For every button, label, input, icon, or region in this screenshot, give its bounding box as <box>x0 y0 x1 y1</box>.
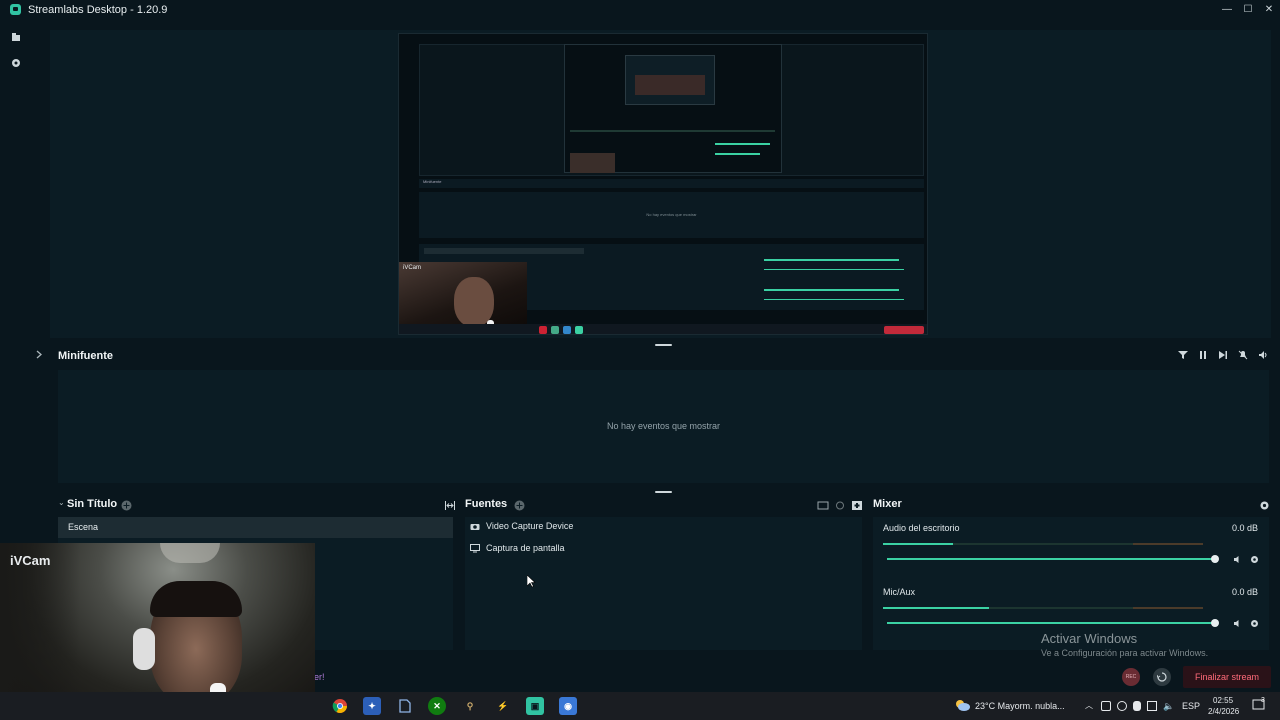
empty-events-message: No hay eventos que mostrar <box>606 421 721 431</box>
chrome-icon[interactable] <box>331 697 349 715</box>
preview-screen-capture: Minifuente No hay eventos que mostrar iV… <box>398 33 928 335</box>
mouse-cursor-icon <box>527 575 536 588</box>
scenes-header: ⌄ Sin Título <box>58 495 458 511</box>
add-scene-icon[interactable] <box>121 498 132 511</box>
notification-icon[interactable]: 3 <box>1252 697 1266 712</box>
minimize-button[interactable]: — <box>1217 0 1237 19</box>
volume-icon[interactable] <box>1257 348 1269 362</box>
streamlabs-taskbar-icon[interactable]: ▣ <box>526 697 544 715</box>
activate-windows-title: Activar Windows <box>1041 631 1138 646</box>
app-icon[interactable]: ⚡ <box>494 697 512 715</box>
volume-slider-knob[interactable] <box>1211 619 1219 627</box>
tray-app-icon[interactable] <box>1101 701 1111 711</box>
source-item[interactable]: Captura de pantalla <box>470 543 565 553</box>
source-label: Video Capture Device <box>486 521 574 531</box>
add-source-icon[interactable] <box>514 498 525 511</box>
window-controls: — ☐ ✕ <box>1217 0 1280 19</box>
mute-speaker-icon[interactable] <box>1232 554 1242 564</box>
sources-title: Fuentes <box>465 498 508 510</box>
dock-resize-handle[interactable] <box>655 491 672 493</box>
volume-slider-knob[interactable] <box>1211 555 1219 563</box>
window-title: Streamlabs Desktop - 1.20.9 <box>28 3 168 16</box>
source-item[interactable]: Video Capture Device <box>470 521 573 531</box>
volume-slider[interactable] <box>887 622 1215 624</box>
network-icon[interactable] <box>1147 701 1157 711</box>
notification-count: 3 <box>1261 697 1265 704</box>
nested-minifuente-bar: Minifuente <box>419 179 924 188</box>
end-stream-button[interactable]: Finalizar stream <box>1183 666 1271 688</box>
collapse-chevron-icon[interactable]: ⌄ <box>58 498 65 507</box>
scene-item[interactable]: Escena <box>58 517 453 538</box>
microphone-icon[interactable] <box>1133 701 1141 711</box>
nested-empty-text: No hay eventos que mostrar <box>646 212 697 217</box>
record-icon[interactable] <box>10 57 21 68</box>
minifuente-toolbar <box>1177 348 1269 362</box>
xbox-icon[interactable]: ✕ <box>428 697 446 715</box>
activate-windows-subtitle: Ve a Configuración para activar Windows. <box>1041 648 1209 658</box>
skip-icon[interactable] <box>1217 348 1229 362</box>
streamlabs-logo-icon <box>10 4 21 15</box>
weather-text[interactable]: 23°C Mayorm. nubla... <box>975 701 1065 711</box>
replay-buffer-icon[interactable] <box>1153 668 1171 686</box>
ivcam-taskbar-icon[interactable]: ◉ <box>559 697 577 715</box>
filter-icon[interactable] <box>1177 348 1189 362</box>
add-folder-icon[interactable] <box>851 498 863 510</box>
transitions-icon[interactable] <box>444 498 456 510</box>
scene-collection-title[interactable]: Sin Título <box>67 498 117 510</box>
tray-icons: 🔈 <box>1101 701 1174 711</box>
volume-slider[interactable] <box>887 558 1215 560</box>
mixer-channel-db: 0.0 dB <box>1231 523 1258 533</box>
mixer-channel-db: 0.0 dB <box>1231 587 1258 597</box>
tray-app-icon[interactable] <box>1117 701 1127 711</box>
channel-settings-gear-icon[interactable] <box>1249 618 1259 628</box>
weather-icon[interactable] <box>954 698 970 712</box>
webcam-headphone <box>133 628 155 670</box>
camera-icon <box>470 522 480 531</box>
audio-level-meter <box>883 543 1203 545</box>
minifuente-title: Minifuente <box>58 350 113 362</box>
speaker-icon[interactable]: 🔈 <box>1163 701 1174 711</box>
audio-level-peak-zone <box>1133 607 1203 609</box>
app-icon[interactable]: ⚲ <box>461 697 479 715</box>
nested-inner-preview <box>564 44 782 173</box>
maximize-button[interactable]: ☐ <box>1238 0 1258 19</box>
title-bar: Streamlabs Desktop - 1.20.9 — ☐ ✕ <box>0 0 1280 19</box>
record-button[interactable]: REC <box>1122 668 1140 686</box>
minifuente-panel: No hay eventos que mostrar <box>58 370 1269 483</box>
clock-date[interactable]: 2/4/2026 <box>1208 707 1239 716</box>
collapse-chevron-icon[interactable] <box>36 350 42 361</box>
audio-level-peak-zone <box>1133 543 1203 545</box>
mute-alerts-icon[interactable] <box>1237 348 1249 362</box>
close-button[interactable]: ✕ <box>1259 0 1279 19</box>
nested-minifuente-panel: No hay eventos que mostrar <box>419 192 924 238</box>
mixer-channel-label: Mic/Aux <box>883 587 916 597</box>
folder-icon[interactable] <box>817 498 829 510</box>
settings-outline-icon[interactable] <box>834 498 846 510</box>
files-icon[interactable] <box>10 31 21 42</box>
webcam-label: iVCam <box>10 553 51 568</box>
pause-icon[interactable] <box>1197 348 1209 362</box>
mute-speaker-icon[interactable] <box>1232 618 1242 628</box>
channel-settings-gear-icon[interactable] <box>1249 554 1259 564</box>
mixer-channel-label: Audio del escritorio <box>883 523 960 533</box>
footer-partial-text: er! <box>314 672 325 682</box>
source-label: Captura de pantalla <box>486 543 565 553</box>
language-indicator[interactable]: ESP <box>1182 701 1200 711</box>
preview-resize-handle[interactable] <box>655 344 672 346</box>
stream-preview[interactable]: Minifuente No hay eventos que mostrar iV… <box>50 30 1271 338</box>
audio-level-fill <box>883 607 989 609</box>
nested-webcam-label: iVCam <box>403 265 422 271</box>
webcam-hair <box>150 581 242 617</box>
app-icon[interactable]: ✦ <box>363 697 381 715</box>
monitor-icon <box>470 543 480 553</box>
mixer-settings-gear-icon[interactable] <box>1259 498 1270 510</box>
clock-time[interactable]: 02:55 <box>1213 696 1233 705</box>
tray-chevron-icon[interactable]: ︿ <box>1085 700 1093 711</box>
nested-taskbar <box>399 324 927 334</box>
file-explorer-icon[interactable] <box>396 697 414 715</box>
audio-level-fill <box>883 543 953 545</box>
sources-panel <box>465 517 862 650</box>
mixer-title: Mixer <box>873 498 902 510</box>
audio-level-meter <box>883 607 1203 609</box>
